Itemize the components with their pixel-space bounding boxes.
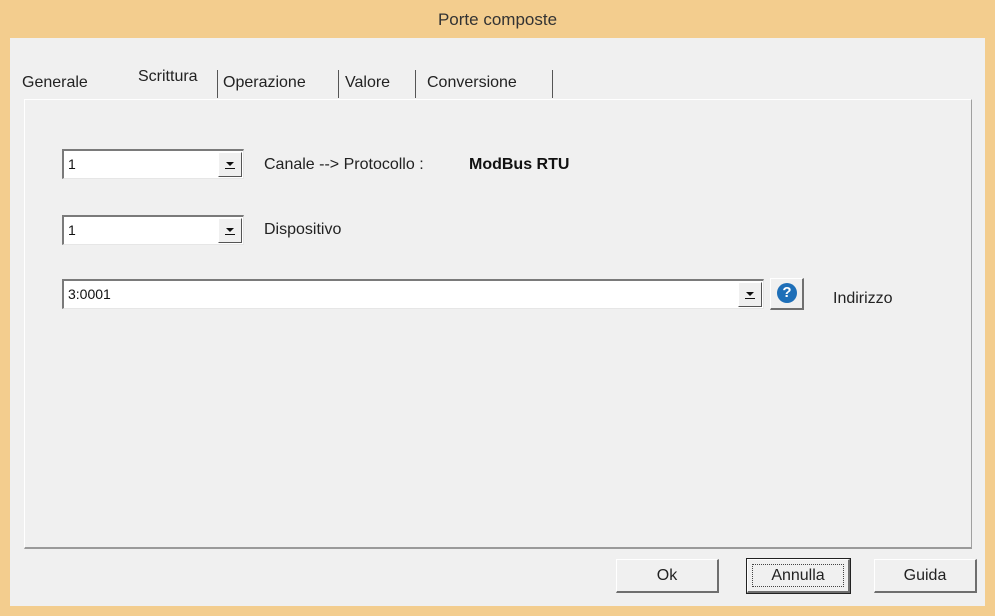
dropdown-bar-icon (225, 234, 235, 235)
address-value: 3:0001 (68, 286, 111, 302)
device-label: Dispositivo (264, 221, 342, 238)
dialog-client-area: Generale Scrittura Operazione Valore Con… (10, 38, 985, 606)
address-combobox[interactable]: 3:0001 (62, 279, 764, 309)
tab-scrittura[interactable]: Scrittura (134, 60, 202, 98)
chevron-down-icon (226, 162, 234, 166)
dropdown-bar-icon (745, 298, 755, 299)
dialog-window: Porte composte Generale Scrittura Operaz… (0, 0, 995, 616)
tab-separator (338, 70, 339, 98)
ok-button-label: Ok (656, 567, 678, 584)
tab-panel-scrittura: 1 Canale --> Protocollo : ModBus RTU 1 D… (24, 99, 972, 549)
address-label: Indirizzo (833, 290, 893, 307)
device-value: 1 (68, 222, 76, 238)
channel-dropdown-button[interactable] (218, 152, 242, 177)
tab-separator (217, 70, 218, 98)
tab-conversione[interactable]: Conversione (427, 68, 517, 96)
tab-operazione[interactable]: Operazione (223, 68, 306, 96)
chevron-down-icon (746, 292, 754, 296)
tab-generale[interactable]: Generale (22, 68, 88, 96)
ok-button[interactable]: Ok (616, 559, 719, 593)
cancel-button-label: Annulla (771, 567, 825, 584)
tab-separator (552, 70, 553, 98)
question-icon: ? (777, 283, 797, 303)
tab-separator (415, 70, 416, 98)
dropdown-bar-icon (225, 168, 235, 169)
address-dropdown-button[interactable] (738, 282, 762, 307)
protocol-name: ModBus RTU (469, 156, 570, 173)
device-dropdown-button[interactable] (218, 218, 242, 243)
channel-value: 1 (68, 156, 76, 172)
address-help-button[interactable]: ? (770, 278, 804, 310)
device-combobox[interactable]: 1 (62, 215, 244, 245)
help-button[interactable]: Guida (874, 559, 977, 593)
title-bar[interactable]: Porte composte (0, 0, 995, 38)
channel-protocol-label: Canale --> Protocollo : (264, 156, 424, 173)
cancel-button[interactable]: Annulla (746, 558, 851, 594)
window-title: Porte composte (437, 10, 558, 29)
channel-combobox[interactable]: 1 (62, 149, 244, 179)
help-button-label: Guida (903, 567, 947, 584)
chevron-down-icon (226, 228, 234, 232)
tab-valore[interactable]: Valore (345, 68, 390, 96)
